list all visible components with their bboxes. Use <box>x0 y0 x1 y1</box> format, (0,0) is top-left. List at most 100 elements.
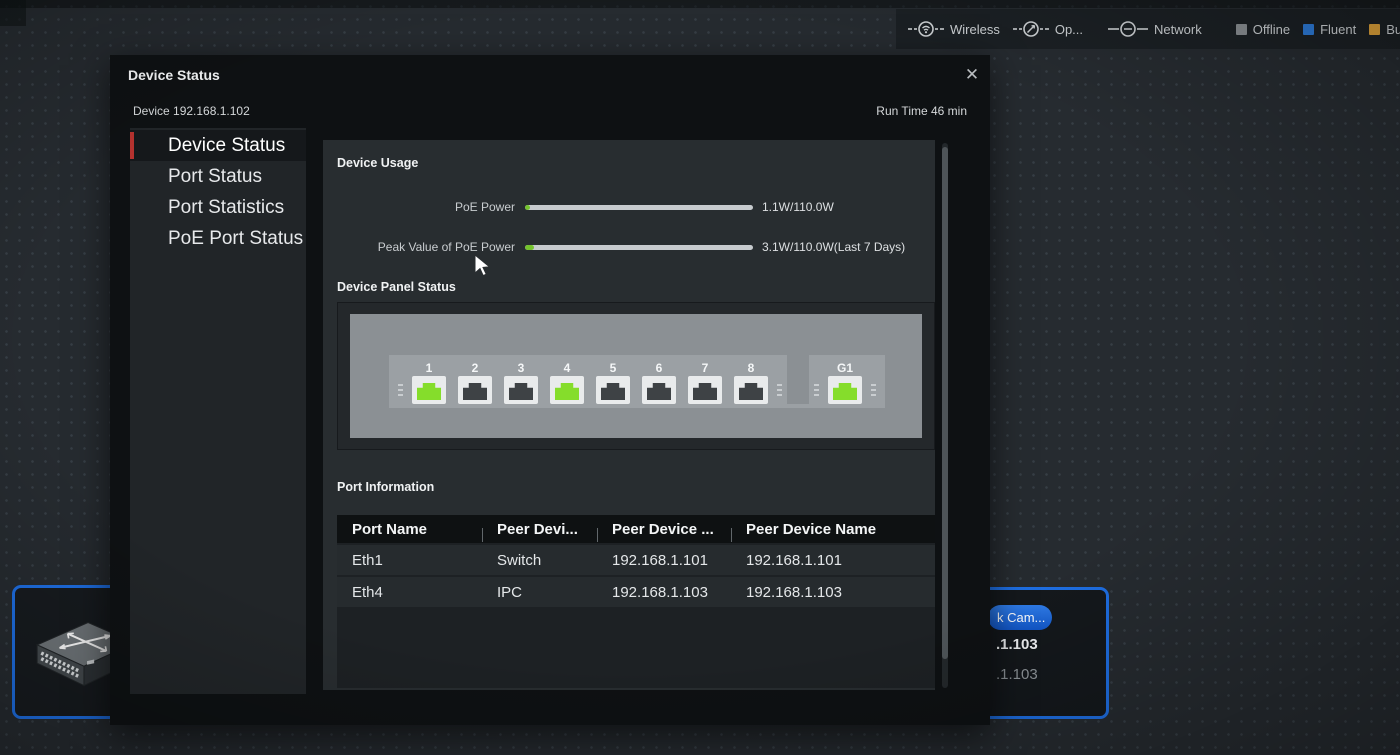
column-header-peer-device-ip: Peer Device ... <box>597 521 731 538</box>
faceplate-tick <box>814 384 819 396</box>
corner-shade <box>0 0 26 26</box>
port-number: G1 <box>837 361 853 376</box>
faceplate-gap <box>787 355 809 404</box>
column-header-peer-device-name: Peer Device Name <box>731 521 935 538</box>
legend-wireless-label: Wireless <box>950 22 1000 37</box>
rj45-port-icon <box>734 376 768 404</box>
poe-power-row: PoE Power 1.1W/110.0W <box>323 197 935 217</box>
table-header-row: Port Name Peer Devi... Peer Device ... P… <box>337 515 935 543</box>
cell-port-name: Eth1 <box>337 552 482 569</box>
sidebar-item-device-status[interactable]: Device Status <box>130 130 306 161</box>
dialog-main-panel: Device Usage PoE Power 1.1W/110.0W Peak … <box>323 140 935 690</box>
section-title-device-usage: Device Usage <box>337 156 418 170</box>
rj45-port-icon <box>412 376 446 404</box>
cell-peer-device-name: 192.168.1.103 <box>731 584 935 601</box>
port-strip: 1 2 3 4 5 <box>389 355 885 408</box>
legend-optical-link: Op... <box>1013 21 1083 37</box>
rj45-port-icon <box>504 376 538 404</box>
port-number: 7 <box>702 361 709 376</box>
wireless-link-icon <box>908 21 944 37</box>
legend-busy: Busy <box>1369 22 1400 37</box>
cell-peer-device-ip: 192.168.1.103 <box>597 584 731 601</box>
panel-port-5: 5 <box>596 361 630 404</box>
sidebar-item-label: Device Status <box>168 135 285 157</box>
device-panel-box: 1 2 3 4 5 <box>337 302 935 450</box>
dialog-sidebar: Device Status Port Status Port Statistic… <box>130 128 306 694</box>
faceplate-tick <box>871 384 876 396</box>
scrollbar-thumb[interactable] <box>942 147 948 659</box>
panel-port-g1: G1 <box>828 361 862 404</box>
rj45-port-icon <box>550 376 584 404</box>
poe-power-label: PoE Power <box>323 200 515 214</box>
busy-color-swatch <box>1369 24 1380 35</box>
section-title-device-panel: Device Panel Status <box>337 280 456 294</box>
legend-wireless-link: Wireless <box>908 21 1000 37</box>
port-information-table: Port Name Peer Devi... Peer Device ... P… <box>337 515 935 688</box>
table-row: Eth4 IPC 192.168.1.103 192.168.1.103 <box>337 577 935 607</box>
port-number: 2 <box>472 361 479 376</box>
panel-port-3: 3 <box>504 361 538 404</box>
legend-network-link: Network <box>1108 21 1202 37</box>
sidebar-item-port-status[interactable]: Port Status <box>130 161 306 192</box>
cell-peer-device-ip: 192.168.1.101 <box>597 552 731 569</box>
mouse-cursor <box>472 254 494 278</box>
dialog-title: Device Status <box>128 67 220 83</box>
port-number: 8 <box>748 361 755 376</box>
camera-ip-primary: .1.103 <box>996 636 1038 653</box>
column-header-port-name: Port Name <box>337 521 482 538</box>
panel-port-8: 8 <box>734 361 768 404</box>
poe-peak-progress-fill <box>525 245 534 250</box>
scrollbar-track[interactable] <box>942 143 948 688</box>
port-number: 1 <box>426 361 433 376</box>
port-number: 4 <box>564 361 571 376</box>
cell-port-name: Eth4 <box>337 584 482 601</box>
fluent-color-swatch <box>1303 24 1314 35</box>
panel-port-4: 4 <box>550 361 584 404</box>
sidebar-item-poe-port-status[interactable]: PoE Port Status <box>130 223 306 254</box>
legend-offline: Offline <box>1236 22 1290 37</box>
rj45-port-icon <box>828 376 862 404</box>
section-title-port-information: Port Information <box>337 480 434 494</box>
offline-color-swatch <box>1236 24 1247 35</box>
legend-busy-label: Busy <box>1386 22 1400 37</box>
panel-port-7: 7 <box>688 361 722 404</box>
device-ip-label: Device 192.168.1.102 <box>133 104 250 118</box>
poe-peak-label: Peak Value of PoE Power <box>323 240 515 254</box>
cell-peer-device-name: 192.168.1.101 <box>731 552 935 569</box>
panel-port-6: 6 <box>642 361 676 404</box>
poe-power-value: 1.1W/110.0W <box>762 200 834 214</box>
sidebar-item-port-statistics[interactable]: Port Statistics <box>130 192 306 223</box>
legend-fluent: Fluent <box>1303 22 1356 37</box>
camera-name-badge: k Cam... <box>988 605 1052 630</box>
network-link-icon <box>1108 21 1148 37</box>
legend-offline-label: Offline <box>1253 22 1290 37</box>
close-icon[interactable]: ✕ <box>960 63 984 87</box>
run-time-label: Run Time 46 min <box>876 104 967 118</box>
column-header-peer-device-type: Peer Devi... <box>482 521 597 538</box>
port-number: 5 <box>610 361 617 376</box>
faceplate-tick <box>777 384 782 396</box>
panel-port-1: 1 <box>412 361 446 404</box>
sidebar-item-label: Port Status <box>168 166 262 188</box>
cell-peer-device-type: Switch <box>482 552 597 569</box>
rj45-port-icon <box>596 376 630 404</box>
device-status-dialog: Device Status ✕ Device 192.168.1.102 Run… <box>110 55 990 725</box>
legend-fluent-label: Fluent <box>1320 22 1356 37</box>
cell-peer-device-type: IPC <box>482 584 597 601</box>
rj45-port-icon <box>688 376 722 404</box>
panel-port-2: 2 <box>458 361 492 404</box>
poe-peak-row: Peak Value of PoE Power 3.1W/110.0W(Last… <box>323 237 935 257</box>
rj45-port-icon <box>458 376 492 404</box>
faceplate-tick <box>398 384 403 396</box>
port-number: 3 <box>518 361 525 376</box>
legend-network-label: Network <box>1154 22 1202 37</box>
poe-peak-progressbar <box>525 245 753 250</box>
table-row: Eth1 Switch 192.168.1.101 192.168.1.101 <box>337 545 935 575</box>
switch-faceplate: 1 2 3 4 5 <box>350 314 922 438</box>
sidebar-item-label: PoE Port Status <box>168 228 303 250</box>
sidebar-item-label: Port Statistics <box>168 197 284 219</box>
optical-link-icon <box>1013 21 1049 37</box>
camera-name-label: k Cam... <box>997 610 1045 625</box>
poe-power-progress-fill <box>525 205 530 210</box>
topology-legend-toolbar: Wireless Op... Network Offline Fluent <box>896 9 1400 49</box>
